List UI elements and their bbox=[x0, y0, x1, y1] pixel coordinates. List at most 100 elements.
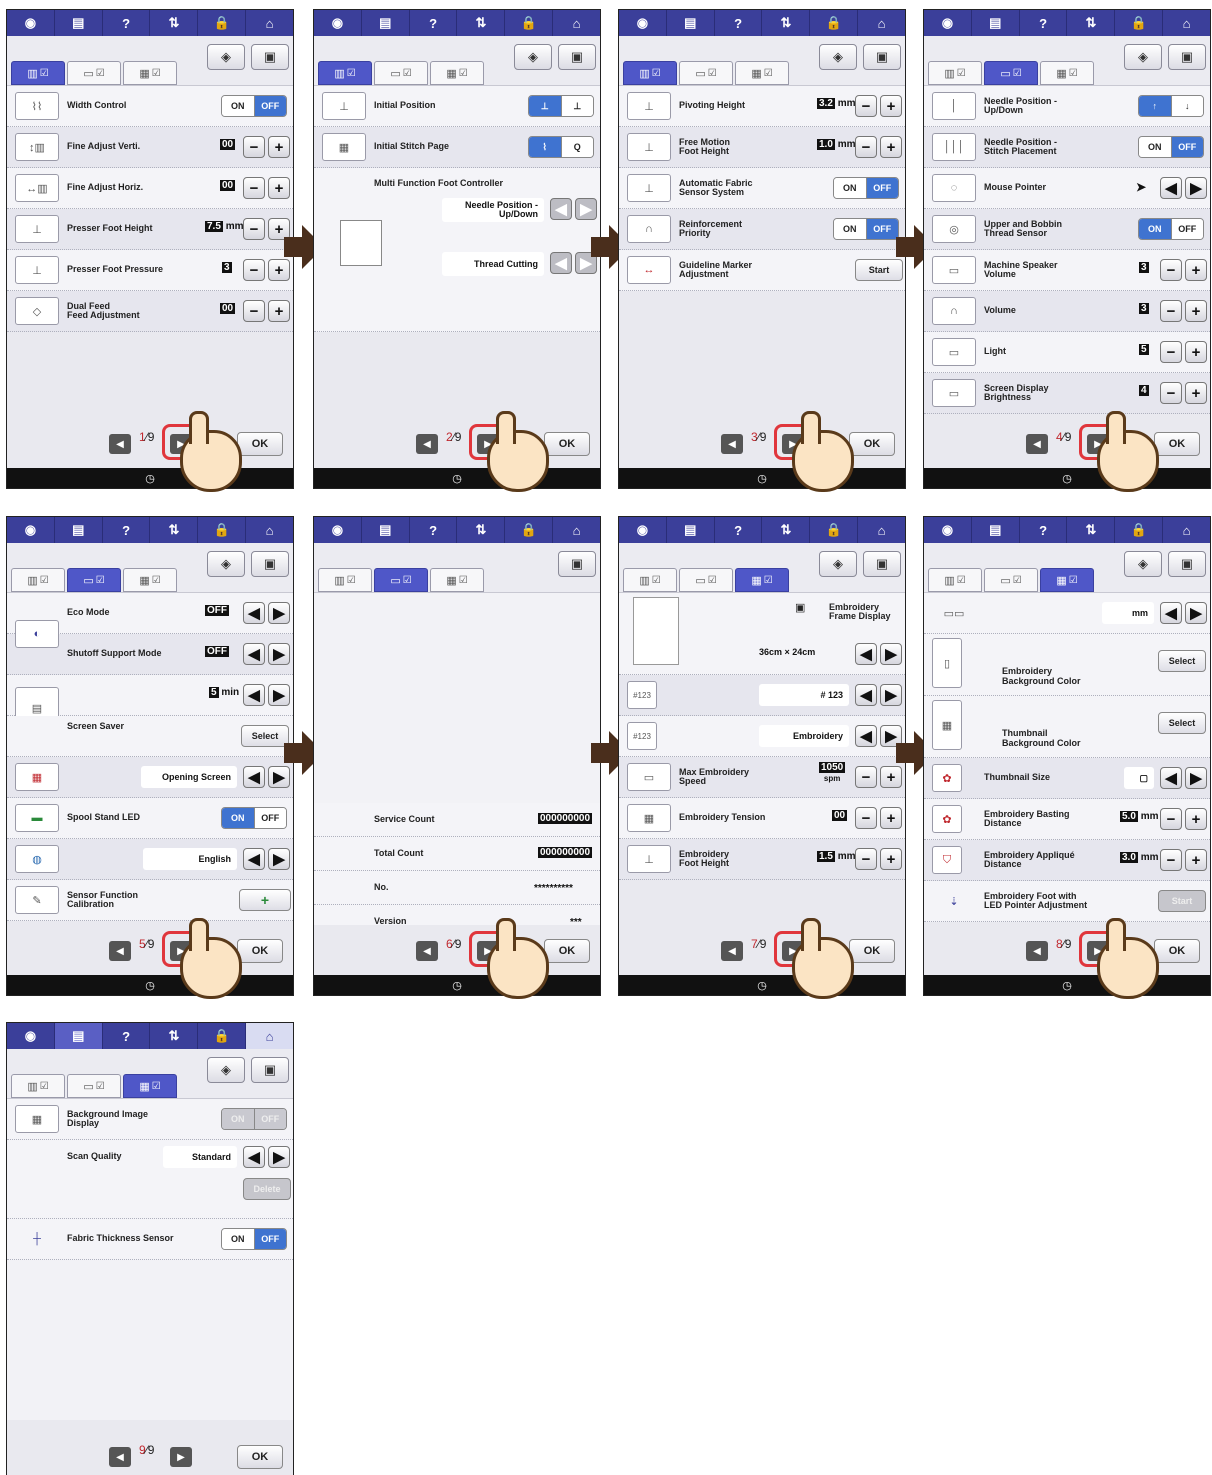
prev-option-button[interactable]: ◀ bbox=[855, 684, 877, 706]
tab-sewing-settings[interactable]: ▥ ☑ bbox=[11, 1074, 65, 1098]
needle-up-option[interactable]: ↑ bbox=[1139, 96, 1171, 116]
prev-page-button[interactable]: ◀ bbox=[1026, 941, 1048, 961]
minus-button[interactable]: − bbox=[243, 218, 265, 240]
ok-button[interactable]: OK bbox=[1154, 939, 1200, 963]
plus-button[interactable]: + bbox=[268, 177, 290, 199]
minus-button[interactable]: − bbox=[243, 136, 265, 158]
stitch-placement-toggle[interactable]: ON OFF bbox=[1138, 136, 1204, 158]
thickness-sensor-toggle[interactable]: ON OFF bbox=[221, 1228, 287, 1250]
tab-embroidery-settings[interactable]: ▦ ☑ bbox=[1040, 568, 1094, 592]
home-icon[interactable]: ⌂ bbox=[553, 10, 600, 36]
memory-icon[interactable]: ◈ bbox=[1124, 44, 1162, 70]
prev-page-button[interactable]: ◀ bbox=[109, 941, 131, 961]
prev-option-button[interactable]: ◀ bbox=[243, 1146, 265, 1168]
initial-stitch-page-toggle[interactable]: ⌇ Q bbox=[528, 136, 594, 158]
lock-icon[interactable]: 🔒 bbox=[198, 10, 247, 36]
next-option-button[interactable]: ▶ bbox=[880, 643, 902, 665]
page-icon[interactable]: ▤ bbox=[972, 10, 1020, 36]
minus-button[interactable]: − bbox=[855, 848, 877, 870]
home-icon[interactable]: ⌂ bbox=[858, 517, 905, 543]
ok-button[interactable]: OK bbox=[849, 432, 895, 456]
clock-icon[interactable]: ◷ bbox=[619, 468, 905, 488]
tab-general-settings[interactable]: ▭ ☑ bbox=[67, 61, 121, 85]
machine-info-icon[interactable]: ▣ bbox=[863, 551, 901, 577]
page-icon[interactable]: ▤ bbox=[362, 10, 410, 36]
next-option-button[interactable]: ▶ bbox=[268, 643, 290, 665]
clock-icon[interactable]: ◷ bbox=[619, 975, 905, 995]
prev-option-button[interactable]: ◀ bbox=[243, 766, 265, 788]
help-icon[interactable]: ? bbox=[1020, 10, 1068, 36]
page-icon[interactable]: ▤ bbox=[362, 517, 410, 543]
off-option[interactable]: OFF bbox=[253, 1109, 286, 1129]
next-option-button[interactable]: ▶ bbox=[268, 848, 290, 870]
minus-button[interactable]: − bbox=[1160, 382, 1182, 404]
page-icon[interactable]: ▤ bbox=[55, 517, 103, 543]
on-option[interactable]: ON bbox=[834, 178, 866, 198]
prev-option-button[interactable]: ◀ bbox=[855, 725, 877, 747]
select-button[interactable]: Select bbox=[241, 725, 289, 747]
machine-info-icon[interactable]: ▣ bbox=[251, 44, 289, 70]
machine-info-icon[interactable]: ▣ bbox=[558, 551, 596, 577]
tab-sewing-settings[interactable]: ▥ ☑ bbox=[318, 568, 372, 592]
prev-option-button[interactable]: ◀ bbox=[1160, 177, 1182, 199]
ok-button[interactable]: OK bbox=[544, 432, 590, 456]
prev-page-button[interactable]: ◀ bbox=[721, 941, 743, 961]
next-option-button[interactable]: ▶ bbox=[1185, 767, 1207, 789]
initial-position-toggle[interactable]: ⊥ ⊥ bbox=[528, 95, 594, 117]
tab-general-settings[interactable]: ▭ ☑ bbox=[679, 568, 733, 592]
needle-up-option[interactable]: ⊥ bbox=[560, 96, 593, 116]
minus-button[interactable]: − bbox=[1160, 849, 1182, 871]
plus-button[interactable]: + bbox=[1185, 259, 1207, 281]
spool-led-toggle[interactable]: ON OFF bbox=[221, 807, 287, 829]
plus-button[interactable]: + bbox=[880, 848, 902, 870]
page-icon[interactable]: ▤ bbox=[54, 1023, 103, 1049]
memory-icon[interactable]: ◈ bbox=[514, 44, 552, 70]
lock-icon[interactable]: 🔒 bbox=[505, 10, 554, 36]
help-icon[interactable]: ? bbox=[103, 1023, 151, 1049]
memory-icon[interactable]: ◈ bbox=[207, 1057, 245, 1083]
help-icon[interactable]: ? bbox=[410, 517, 458, 543]
plus-button[interactable]: + bbox=[268, 136, 290, 158]
tab-embroidery-settings[interactable]: ▦ ☑ bbox=[735, 61, 789, 85]
lock-icon[interactable]: 🔒 bbox=[505, 517, 554, 543]
next-option-button[interactable]: ▶ bbox=[880, 684, 902, 706]
lock-icon[interactable]: 🔒 bbox=[1115, 10, 1164, 36]
start-button[interactable]: Start bbox=[1158, 890, 1206, 912]
on-option[interactable]: ON bbox=[222, 1229, 254, 1249]
home-icon[interactable]: ⌂ bbox=[1163, 517, 1210, 543]
tab-sewing-settings[interactable]: ▥ ☑ bbox=[928, 568, 982, 592]
tab-general-settings[interactable]: ▭ ☑ bbox=[374, 61, 428, 85]
on-option[interactable]: ON bbox=[834, 219, 866, 239]
home-icon[interactable]: ⌂ bbox=[246, 517, 293, 543]
camera-icon[interactable]: ◉ bbox=[924, 10, 972, 36]
needle-thread-icon[interactable]: ⇅ bbox=[762, 517, 811, 543]
prev-option-button[interactable]: ◀ bbox=[1160, 602, 1182, 624]
machine-info-icon[interactable]: ▣ bbox=[1168, 551, 1206, 577]
machine-info-icon[interactable]: ▣ bbox=[251, 551, 289, 577]
home-icon[interactable]: ⌂ bbox=[858, 10, 905, 36]
minus-button[interactable]: − bbox=[855, 136, 877, 158]
next-option-button[interactable]: ▶ bbox=[268, 684, 290, 706]
off-option[interactable]: OFF bbox=[865, 178, 898, 198]
minus-button[interactable]: − bbox=[855, 807, 877, 829]
help-icon[interactable]: ? bbox=[103, 517, 151, 543]
minus-button[interactable]: − bbox=[243, 177, 265, 199]
minus-button[interactable]: − bbox=[243, 300, 265, 322]
ok-button[interactable]: OK bbox=[544, 939, 590, 963]
prev-page-button[interactable]: ◀ bbox=[1026, 434, 1048, 454]
needle-thread-icon[interactable]: ⇅ bbox=[762, 10, 811, 36]
on-option[interactable]: ON bbox=[222, 808, 254, 828]
thread-sensor-toggle[interactable]: ON OFF bbox=[1138, 218, 1204, 240]
lock-icon[interactable]: 🔒 bbox=[810, 517, 859, 543]
plus-button[interactable]: + bbox=[880, 95, 902, 117]
minus-button[interactable]: − bbox=[243, 259, 265, 281]
needle-down-option[interactable]: ⊥ bbox=[529, 96, 561, 116]
memory-icon[interactable]: ◈ bbox=[1124, 551, 1162, 577]
tab-embroidery-settings[interactable]: ▦ ☑ bbox=[735, 568, 789, 592]
minus-button[interactable]: − bbox=[1160, 341, 1182, 363]
clock-icon[interactable]: ◷ bbox=[924, 468, 1210, 488]
plus-button[interactable]: + bbox=[1185, 849, 1207, 871]
help-icon[interactable]: ? bbox=[410, 10, 458, 36]
delete-button[interactable]: Delete bbox=[243, 1178, 291, 1200]
ok-button[interactable]: OK bbox=[237, 432, 283, 456]
